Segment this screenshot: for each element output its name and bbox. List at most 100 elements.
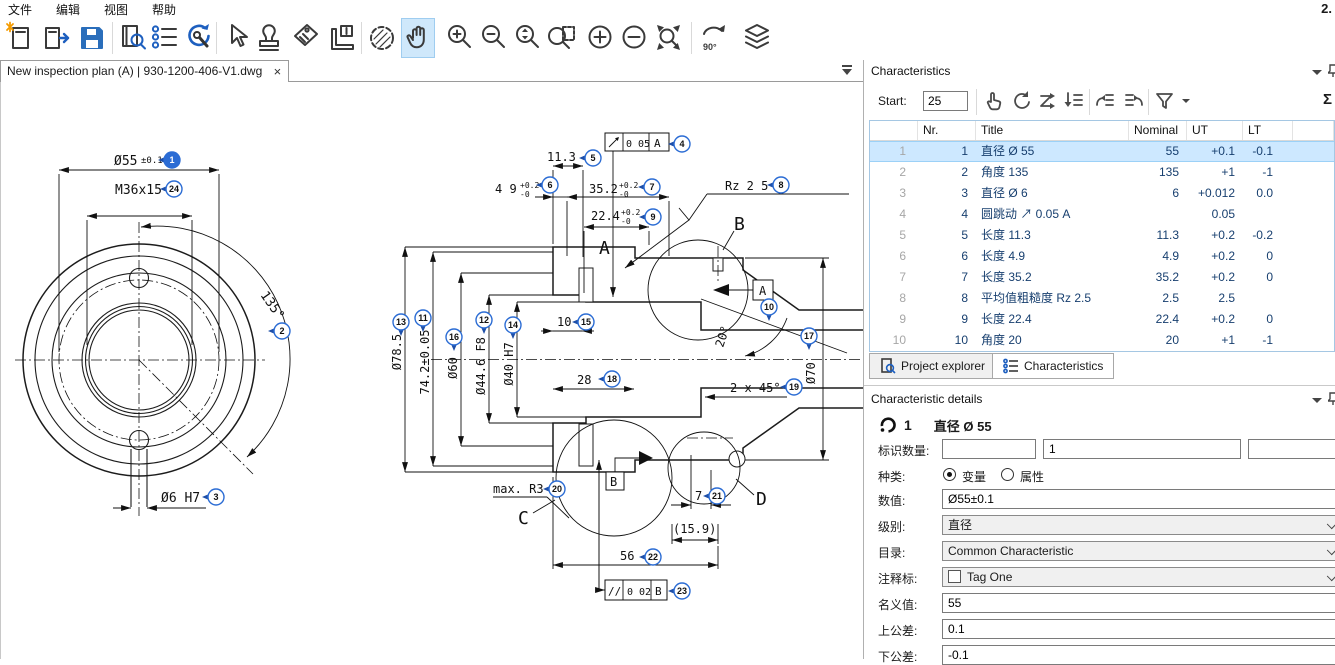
filter-button[interactable] <box>1152 88 1178 114</box>
panel-pin-icon[interactable] <box>1328 64 1335 78</box>
balloon-13[interactable]: 13 <box>393 314 409 336</box>
sigma-summary[interactable]: Σ <box>1323 91 1332 108</box>
col-ut[interactable]: UT <box>1187 121 1243 140</box>
table-row[interactable]: 11直径 Ø 5555+0.1-0.1 <box>870 141 1334 162</box>
id-qty-input-1[interactable] <box>942 439 1036 459</box>
balloon-14[interactable]: 14 <box>505 317 521 339</box>
balloon-20[interactable]: 20 <box>543 481 565 497</box>
table-row[interactable]: 55长度 11.311.3+0.2-0.2 <box>870 225 1334 246</box>
tab-list-dropdown[interactable] <box>841 65 853 77</box>
dim-d55[interactable]: Ø55 ±0.1 <box>114 154 163 169</box>
pan-tool-button[interactable] <box>401 18 435 58</box>
layers-button[interactable] <box>740 18 774 58</box>
balloon-21[interactable]: 21 <box>703 488 725 504</box>
zoom-selected-button[interactable] <box>511 18 545 58</box>
new-inspection-plan-button[interactable] <box>2 18 36 58</box>
lower-tol-input[interactable] <box>942 645 1335 665</box>
balloon-10[interactable]: 10 <box>761 299 777 321</box>
tab-characteristics[interactable]: Characteristics <box>992 353 1114 379</box>
region-tool-button[interactable] <box>365 18 399 58</box>
open-inspection-plan-button[interactable] <box>39 18 73 58</box>
balloon-24[interactable]: 24 <box>160 181 182 197</box>
table-row[interactable]: 66长度 4.94.9+0.20 <box>870 246 1334 267</box>
dim-224[interactable]: 22.4 +0.2 -0 <box>584 208 649 293</box>
table-row[interactable]: 88平均值粗糙度 Rz 2.52.52.5 <box>870 288 1334 309</box>
decrease-button[interactable] <box>617 18 651 58</box>
zoom-in-button[interactable] <box>443 18 477 58</box>
table-row[interactable]: 22角度 135135+1-1 <box>870 162 1334 183</box>
dim-chamfer[interactable]: 2 x 45° <box>705 381 787 397</box>
tag-checkbox[interactable] <box>948 570 961 583</box>
dim-135[interactable]: 135° <box>257 289 287 323</box>
balloon-6[interactable]: 6 <box>536 177 558 193</box>
balloon-7[interactable]: 7 <box>638 179 660 195</box>
balloon-5[interactable]: 5 <box>579 150 601 166</box>
save-button[interactable] <box>75 18 109 58</box>
balloon-9[interactable]: 9 <box>639 209 661 225</box>
datum-a[interactable]: A <box>713 280 773 300</box>
pick-characteristic-button[interactable] <box>981 88 1007 114</box>
kind-variable-radio[interactable] <box>943 468 956 481</box>
table-row[interactable]: 33直径 Ø 66+0.0120.0 <box>870 183 1334 204</box>
catalog-select[interactable]: Common Characteristic <box>942 541 1335 561</box>
table-row[interactable]: 1010角度 2020+1-1 <box>870 330 1334 351</box>
increase-button[interactable] <box>583 18 617 58</box>
filter-dropdown-icon[interactable] <box>1182 99 1190 103</box>
tag-tool-button[interactable] <box>289 18 323 58</box>
dim-m36[interactable]: M36x15 <box>115 183 162 198</box>
tag-select[interactable]: Tag One <box>942 567 1335 587</box>
upper-tol-input[interactable] <box>942 619 1335 639</box>
tab-close-icon[interactable]: × <box>274 61 282 82</box>
plan-settings-button[interactable] <box>181 18 215 58</box>
zoom-fit-button[interactable] <box>651 18 685 58</box>
details-collapse-icon[interactable] <box>1312 398 1322 403</box>
id-qty-input-2[interactable] <box>1043 439 1241 459</box>
kind-attribute-radio[interactable] <box>1001 468 1014 481</box>
datum-b[interactable]: B <box>606 451 653 490</box>
drawing-canvas[interactable]: Ø55 ±0.1 M36x15 135° Ø6 H7 B C D <box>0 82 862 659</box>
dim-159[interactable]: (15.9) <box>672 522 718 544</box>
insert-after-button[interactable] <box>1120 88 1146 114</box>
balloon-15[interactable]: 15 <box>572 314 594 330</box>
start-number-input[interactable] <box>923 91 968 111</box>
balloon-11[interactable]: 11 <box>415 310 431 332</box>
insert-before-button[interactable] <box>1093 88 1119 114</box>
balloon-4[interactable]: 4 <box>668 136 690 152</box>
project-explorer-button[interactable] <box>116 18 150 58</box>
nominal-input[interactable] <box>942 593 1335 613</box>
balloon-19[interactable]: 19 <box>780 379 802 395</box>
balloon-8[interactable]: 8 <box>767 177 789 193</box>
col-title[interactable]: Title <box>976 121 1129 140</box>
dim-d6[interactable]: Ø6 H7 <box>161 491 200 506</box>
balloon-17[interactable]: 17 <box>801 328 817 350</box>
balloon-2[interactable]: 2 <box>268 323 290 339</box>
col-nominal[interactable]: Nominal <box>1129 121 1187 140</box>
characteristics-list-button[interactable] <box>147 18 181 58</box>
dim-113[interactable]: 11.3 <box>547 150 583 257</box>
panel-collapse-icon[interactable] <box>1312 70 1322 75</box>
balloon-18[interactable]: 18 <box>598 371 620 387</box>
select-tool-button[interactable] <box>219 18 253 58</box>
col-nr[interactable]: Nr. <box>918 121 976 140</box>
balloon-23[interactable]: 23 <box>668 583 690 599</box>
stamp-tool-button[interactable] <box>252 18 286 58</box>
level-select[interactable]: 直径 <box>942 515 1335 535</box>
balloon-22[interactable]: 22 <box>639 549 661 565</box>
details-pin-icon[interactable] <box>1328 392 1335 406</box>
tab-project-explorer[interactable]: Project explorer <box>869 353 996 379</box>
table-row[interactable]: 77长度 35.235.2+0.20 <box>870 267 1334 288</box>
rotate-90-button[interactable]: 90° <box>696 18 736 58</box>
dim-28[interactable]: 28 <box>553 373 634 389</box>
zoom-window-button[interactable] <box>545 18 579 58</box>
zoom-out-button[interactable] <box>477 18 511 58</box>
balloon-12[interactable]: 12 <box>476 312 492 334</box>
table-row[interactable]: 99长度 22.422.4+0.20 <box>870 309 1334 330</box>
document-tab[interactable]: New inspection plan (A) | 930-1200-406-V… <box>0 60 289 82</box>
col-lt[interactable]: LT <box>1243 121 1293 140</box>
table-row[interactable]: 44圆跳动 ↗ 0.05 A0.05 <box>870 204 1334 225</box>
balloon-3[interactable]: 3 <box>202 489 224 505</box>
renumber-button[interactable] <box>1009 88 1035 114</box>
sort-list-button[interactable] <box>1061 88 1087 114</box>
dimension-stamp-tool-button[interactable] <box>325 18 359 58</box>
value-input[interactable] <box>942 489 1335 509</box>
